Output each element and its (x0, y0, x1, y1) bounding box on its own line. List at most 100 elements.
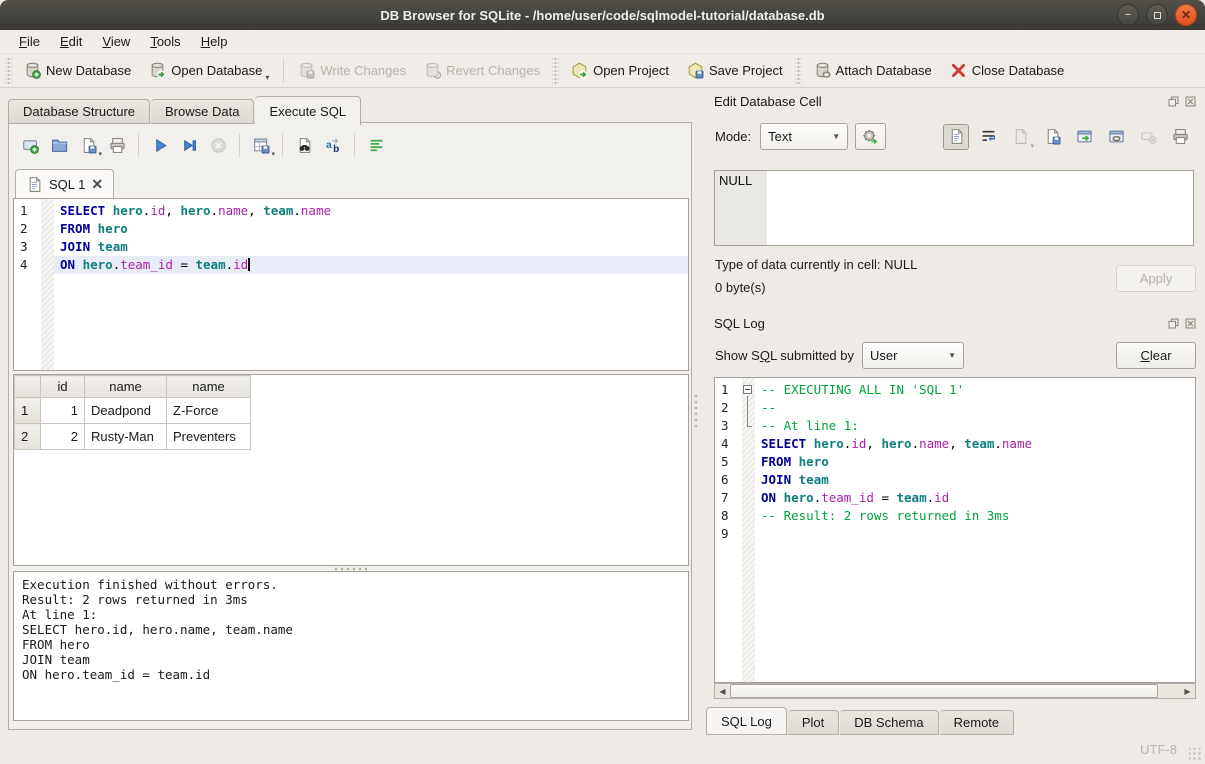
close-tab-icon[interactable]: ✕ (91, 176, 103, 193)
panel-splitter[interactable] (694, 393, 702, 433)
cell-settings-button[interactable] (855, 123, 886, 150)
cell-mode-row: Mode: Text ▼ ▾ (715, 122, 1196, 151)
log-horizontal-scrollbar[interactable]: ◀ ▶ (714, 683, 1196, 699)
row-number[interactable]: 2 (15, 424, 41, 450)
bottom-tab-remote[interactable]: Remote (940, 710, 1015, 735)
scroll-right-icon[interactable]: ▶ (1180, 684, 1195, 698)
bottom-tab-db-schema[interactable]: DB Schema (840, 710, 938, 735)
close-panel-icon[interactable] (1184, 95, 1197, 108)
code-text: -- EXECUTING ALL IN 'SQL 1' (755, 381, 1195, 399)
find-replace-icon[interactable] (291, 132, 317, 158)
column-header-name[interactable]: name (85, 376, 167, 398)
submitter-select[interactable]: User ▼ (862, 342, 964, 369)
mode-select[interactable]: Text ▼ (760, 123, 848, 150)
row-number[interactable]: 1 (15, 398, 41, 424)
fold-marker (742, 435, 755, 453)
titlebar[interactable]: DB Browser for SQLite - /home/user/code/… (0, 0, 1205, 30)
close-icon[interactable]: ✕ (1175, 4, 1197, 26)
execute-all-icon[interactable] (147, 132, 173, 158)
open-database-icon (149, 62, 166, 79)
code-text: JOIN team (54, 238, 688, 256)
stop-icon[interactable] (205, 132, 231, 158)
scroll-left-icon[interactable]: ◀ (715, 684, 730, 698)
fold-marker (41, 238, 54, 256)
save-project-button[interactable]: Save Project (678, 56, 792, 86)
cell[interactable]: Rusty-Man (85, 424, 167, 450)
bottom-tab-sql-log[interactable]: SQL Log (706, 707, 787, 735)
float-panel-icon[interactable] (1167, 95, 1180, 108)
menu-help[interactable]: Help (192, 32, 237, 51)
text-mode-icon[interactable] (943, 124, 969, 150)
fold-marker (41, 202, 54, 220)
print-sql-icon[interactable] (104, 132, 130, 158)
cell-editor-toolbar: ▾ (943, 122, 1193, 151)
message-line: Result: 2 rows returned in 3ms (22, 592, 680, 607)
cell[interactable]: 1 (41, 398, 85, 424)
open-new-tab-icon[interactable] (17, 132, 43, 158)
mode-value: Text (768, 129, 824, 144)
open-project-button[interactable]: Open Project (562, 56, 678, 86)
toolbar-handle[interactable] (552, 58, 559, 84)
cell[interactable]: Deadpond (85, 398, 167, 424)
tab-browse-data[interactable]: Browse Data (151, 99, 254, 124)
cell-content-editor[interactable]: NULL (714, 170, 1194, 246)
scrollbar-thumb[interactable] (730, 684, 1158, 698)
import-data-icon[interactable]: ▾ (1007, 124, 1033, 150)
apply-button[interactable]: Apply (1116, 265, 1196, 292)
set-null-icon[interactable] (1135, 124, 1161, 150)
float-panel-icon[interactable] (1167, 317, 1180, 330)
write-changes-button[interactable]: Write Changes (289, 56, 415, 86)
open-sql-file-icon[interactable] (46, 132, 72, 158)
open-external-icon[interactable] (1071, 124, 1097, 150)
line-number: 3 (715, 417, 742, 435)
fold-marker (742, 507, 755, 525)
attach-database-icon (814, 62, 831, 79)
execute-line-icon[interactable] (176, 132, 202, 158)
chevron-down-icon[interactable]: ▾ (265, 73, 269, 86)
chevron-down-icon: ▼ (832, 132, 840, 141)
resize-grip[interactable] (1189, 748, 1202, 761)
fold-marker (742, 417, 755, 435)
close-panel-icon[interactable] (1184, 317, 1197, 330)
word-wrap-icon[interactable] (975, 124, 1001, 150)
toolbar-handle[interactable] (795, 58, 802, 84)
bottom-tab-plot[interactable]: Plot (788, 710, 839, 735)
link-data-icon[interactable] (1103, 124, 1129, 150)
fold-collapse-icon[interactable] (743, 385, 752, 394)
menu-tools[interactable]: Tools (141, 32, 189, 51)
minimize-icon[interactable]: − (1117, 4, 1139, 26)
clear-log-button[interactable]: Clear (1116, 342, 1196, 369)
new-database-button[interactable]: New Database (15, 56, 140, 86)
execution-message-area[interactable]: Execution finished without errors.Result… (13, 571, 689, 721)
save-sql-file-icon[interactable]: ▾ (75, 132, 101, 158)
open-database-button[interactable]: Open Database▾ (140, 56, 278, 86)
tab-execute-sql[interactable]: Execute SQL (255, 96, 361, 125)
revert-changes-button[interactable]: Revert Changes (415, 56, 549, 86)
format-sql-icon[interactable] (363, 132, 389, 158)
line-number: 3 (14, 238, 41, 256)
autocomplete-icon[interactable]: ab (320, 132, 346, 158)
menu-view[interactable]: View (93, 32, 139, 51)
menu-edit[interactable]: Edit (51, 32, 91, 51)
tab-sql-1[interactable]: SQL 1 ✕ (15, 169, 114, 198)
menu-file[interactable]: File (10, 32, 49, 51)
sql-editor[interactable]: 1SELECT hero.id, hero.name, team.name2FR… (13, 198, 689, 371)
save-results-icon[interactable]: ▾ (248, 132, 274, 158)
column-header-id[interactable]: id (41, 376, 85, 398)
message-line: At line 1: (22, 607, 680, 622)
attach-database-button[interactable]: Attach Database (805, 56, 941, 86)
sql-log-view[interactable]: 1-- EXECUTING ALL IN 'SQL 1'2--3-- At li… (714, 377, 1196, 683)
cell[interactable]: Preventers (167, 424, 251, 450)
close-database-button[interactable]: Close Database (941, 56, 1074, 86)
tab-database-structure[interactable]: Database Structure (8, 99, 150, 124)
cell[interactable]: Z-Force (167, 398, 251, 424)
print-cell-icon[interactable] (1167, 124, 1193, 150)
cell[interactable]: 2 (41, 424, 85, 450)
new-database-icon (24, 62, 41, 79)
toolbar-handle[interactable] (5, 58, 12, 84)
maximize-icon[interactable] (1146, 4, 1168, 26)
save-project-icon (687, 62, 704, 79)
column-header-name[interactable]: name (167, 376, 251, 398)
results-grid[interactable]: idnamename11DeadpondZ-Force22Rusty-ManPr… (13, 374, 689, 566)
export-data-icon[interactable] (1039, 124, 1065, 150)
